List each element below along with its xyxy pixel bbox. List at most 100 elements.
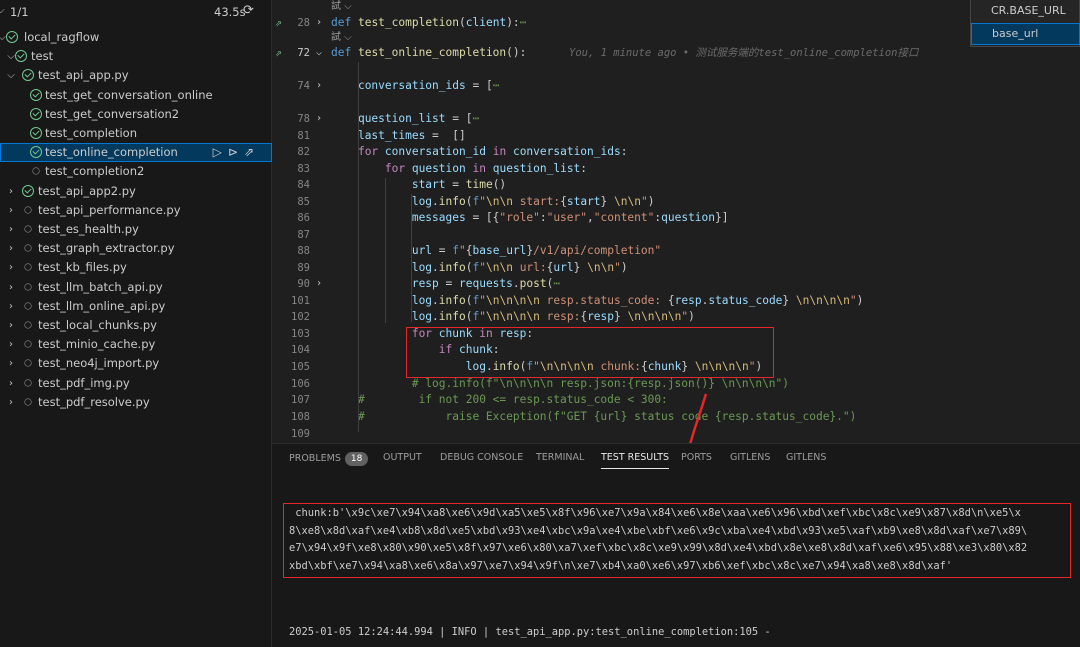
code-line[interactable]: 74 › conversation_ids = [⋯	[272, 78, 1080, 95]
chevron-right-icon[interactable]: ›	[6, 354, 16, 373]
code-line[interactable]: 88 url = f"{base_url}/v1/api/completion"	[272, 243, 1080, 260]
tree-item[interactable]: › test_pdf_img.py	[0, 374, 272, 393]
output-line: e7\x94\x9f\xe8\x80\x90\xe5\x8f\x97\xe6\x…	[289, 542, 1028, 554]
code-line[interactable]: ⇗ 28 › def test_completion(client):⋯	[272, 15, 1080, 32]
go-to-test-icon[interactable]: ⇗	[244, 145, 260, 159]
tree-item[interactable]: › test_es_health.py	[0, 220, 272, 239]
tree-item[interactable]: ⌵ test	[0, 47, 272, 66]
fold-expand-icon[interactable]: ›	[316, 276, 328, 293]
chevron-right-icon[interactable]: ›	[6, 239, 16, 258]
rerun-icon[interactable]: ⟳	[243, 3, 254, 18]
output-line: chunk:b'\x9c\xe7\x94\xa8\xe6\x9d\xa5\xe5…	[289, 507, 1021, 519]
tree-item[interactable]: › test_api_performance.py	[0, 201, 272, 220]
tree-item[interactable]: › test_llm_batch_api.py	[0, 278, 272, 297]
chevron-right-icon[interactable]: ›	[6, 374, 16, 393]
test-not-run-icon	[24, 359, 32, 367]
panel-tab[interactable]: OUTPUT	[383, 452, 422, 463]
chevron-right-icon[interactable]: ›	[6, 335, 16, 354]
code-line[interactable]: 90 › resp = requests.post(⋯	[272, 276, 1080, 293]
tree-item[interactable]: › test_minio_cache.py	[0, 335, 272, 354]
chevron-right-icon[interactable]: ›	[6, 220, 16, 239]
test-not-run-icon	[24, 206, 32, 214]
code-line[interactable]: 102 log.info(f"\n\n\n\n resp:{resp} \n\n…	[272, 309, 1080, 326]
tree-item[interactable]: › test_local_chunks.py	[0, 316, 272, 335]
tree-item[interactable]: test_get_conversation2	[0, 105, 272, 124]
code-editor[interactable]: 試 ⌵ 試 ⌵ ⇗ 28 › def test_completion(client):…	[272, 0, 1080, 443]
codelens-top[interactable]: 試 ⌵	[331, 0, 352, 14]
code-line[interactable]: 83 for question in question_list:	[272, 161, 1080, 178]
code-line[interactable]: 105 log.info(f"\n\n\n\n chunk:{chunk} \n…	[272, 359, 1080, 376]
test-summary-header: ⌵ 1/1 43.5s ⟳	[0, 0, 272, 24]
code-line[interactable]: 108 # raise Exception(f"GET {url} status…	[272, 409, 1080, 426]
row-actions: ▷⊳⇗	[213, 143, 260, 162]
code-line[interactable]: 109	[272, 426, 1080, 443]
debug-test-icon[interactable]: ⊳	[228, 145, 244, 159]
fold-collapse-icon[interactable]: ⌵	[316, 45, 328, 62]
code-line[interactable]: ⇗ 72 ⌵ def test_online_completion(): You, 1 …	[272, 45, 1080, 62]
panel-tab[interactable]: PROBLEMS 18	[289, 452, 369, 466]
panel-tab[interactable]: PORTS	[681, 452, 712, 463]
code-text: resp = requests.post(⋯	[411, 277, 561, 290]
panel-tab[interactable]: TERMINAL	[536, 452, 584, 463]
panel-tab[interactable]: DEBUG CONSOLE	[440, 452, 523, 463]
code-line[interactable]: 81 last_times = []	[272, 128, 1080, 145]
line-number: 78	[297, 113, 310, 125]
suggest-item-base-url[interactable]: base_url	[971, 23, 1080, 45]
suggest-item-cr-base-url[interactable]: CR.BASE_URL	[971, 0, 1080, 22]
test-not-run-icon	[24, 244, 32, 252]
panel-tab[interactable]: GITLENS	[786, 452, 826, 463]
tree-item[interactable]: test_online_completion ▷⊳⇗	[0, 143, 272, 163]
tree-item[interactable]: test_completion2	[0, 162, 272, 181]
autocomplete-popup[interactable]: CR.BASE_URL base_url	[970, 0, 1080, 47]
chevron-right-icon[interactable]: ›	[6, 297, 16, 316]
tree-item-label: test_pdf_img.py	[38, 375, 130, 390]
tree-item[interactable]: › test_neo4j_import.py	[0, 354, 272, 373]
tree-item[interactable]: › test_graph_extractor.py	[0, 239, 272, 258]
code-line[interactable]: 107 # if not 200 <= resp.status_code < 3…	[272, 392, 1080, 409]
tree-item[interactable]: › test_pdf_resolve.py	[0, 393, 272, 412]
git-blame-annotation[interactable]: You, 1 minute ago • 测试服务端的test_online_co…	[569, 45, 919, 62]
chevron-down-icon[interactable]: ⌵	[0, 5, 5, 16]
output-line: 8\xe8\x8d\xaf\xe4\xb8\x8d\xe5\xbd\x93\xe…	[289, 524, 1028, 537]
panel-tab[interactable]: GITLENS	[730, 452, 770, 463]
code-line[interactable]: 82 for conversation_id in conversation_i…	[272, 144, 1080, 161]
chevron-right-icon[interactable]: ›	[6, 316, 16, 335]
tree-item-label: local_ragflow	[24, 30, 100, 44]
panel-tab[interactable]: TEST RESULTS	[601, 452, 670, 469]
code-line[interactable]	[272, 95, 1080, 112]
test-duration: 43.5s	[214, 5, 246, 19]
code-line[interactable]: 87	[272, 227, 1080, 244]
chevron-right-icon[interactable]: ›	[6, 258, 16, 277]
tree-item[interactable]: › test_api_app2.py	[0, 182, 272, 201]
code-line[interactable]: 101 log.info(f"\n\n\n\n resp.status_code…	[272, 293, 1080, 310]
code-line[interactable]	[272, 62, 1080, 79]
code-line[interactable]: 85 log.info(f"\n\n start:{start} \n\n")	[272, 194, 1080, 211]
chevron-right-icon[interactable]: ›	[6, 182, 16, 201]
indent-guide	[385, 178, 386, 323]
tree-item[interactable]: ⌵ test_api_app.py	[0, 66, 272, 85]
tree-item-label: test_neo4j_import.py	[38, 356, 160, 371]
chevron-right-icon[interactable]: ›	[6, 201, 16, 220]
tree-item[interactable]: › test_llm_online_api.py	[0, 297, 272, 316]
tree-item[interactable]: ⌵ local_ragflow	[0, 28, 272, 47]
code-text: conversation_ids = [⋯	[357, 79, 500, 92]
tree-item[interactable]: test_completion	[0, 124, 272, 143]
chevron-right-icon[interactable]: ›	[6, 393, 16, 412]
code-line[interactable]: 78 › question_list = [⋯	[272, 111, 1080, 128]
tree-item[interactable]: test_get_conversation_online	[0, 86, 272, 105]
run-test-icon[interactable]: ▷	[213, 145, 228, 159]
fold-expand-icon[interactable]: ›	[316, 111, 328, 128]
code-line[interactable]: 103 for chunk in resp:	[272, 326, 1080, 343]
code-line[interactable]: 106 # log.info(f"\n\n\n\n resp.json:{res…	[272, 376, 1080, 393]
chevron-right-icon[interactable]: ›	[6, 278, 16, 297]
chevron-down-icon[interactable]: ⌵	[6, 66, 16, 85]
code-line[interactable]: 89 log.info(f"\n\n url:{url} \n\n")	[272, 260, 1080, 277]
panel-tab-label: TEST RESULTS	[601, 452, 670, 463]
tree-item[interactable]: › test_kb_files.py	[0, 258, 272, 277]
code-line[interactable]: 86 messages = [{"role":"user","content":…	[272, 210, 1080, 227]
code-line[interactable]: 84 start = time()	[272, 177, 1080, 194]
code-line[interactable]: 104 if chunk:	[272, 342, 1080, 359]
fold-expand-icon[interactable]: ›	[316, 15, 328, 32]
codelens-test-online-completion[interactable]: 試 ⌵	[331, 31, 352, 45]
fold-expand-icon[interactable]: ›	[316, 78, 328, 95]
